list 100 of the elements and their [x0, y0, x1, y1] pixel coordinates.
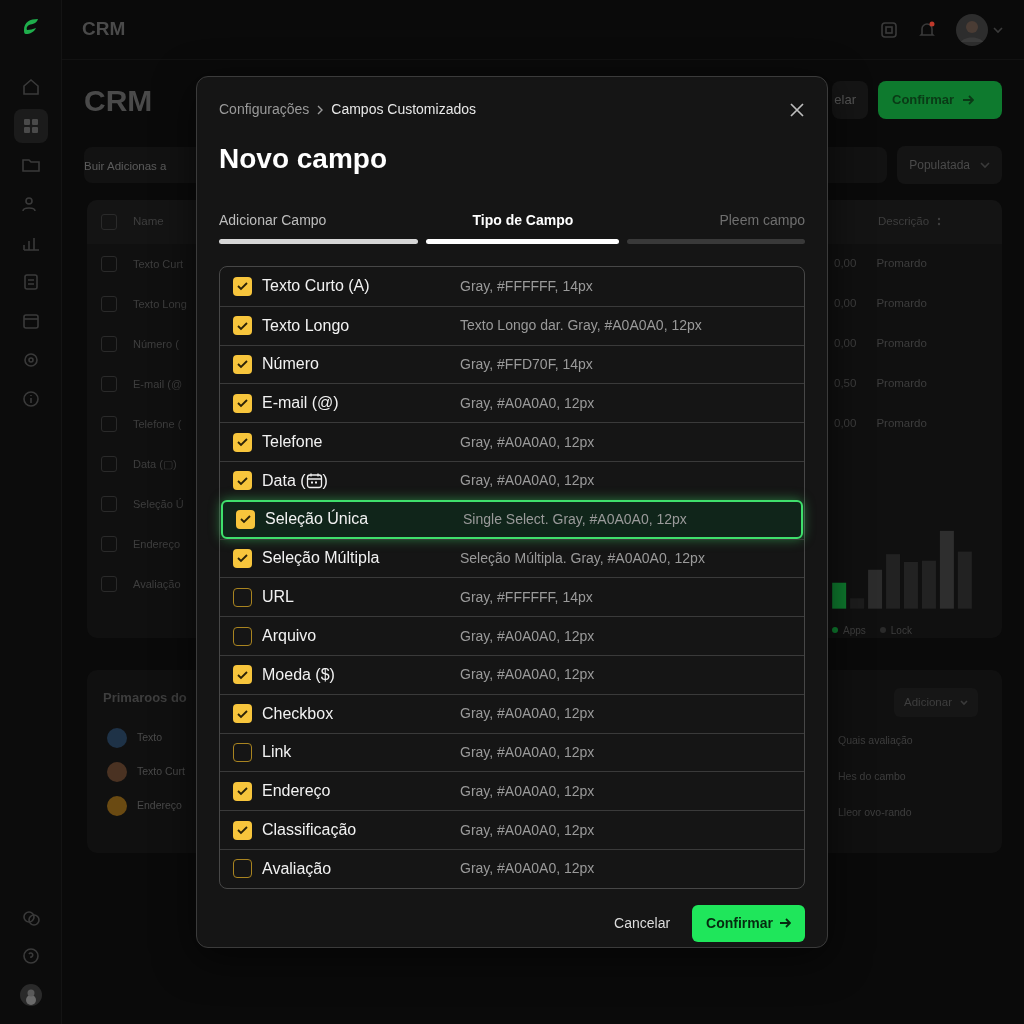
- app-title: CRM: [82, 17, 126, 42]
- field-description: Gray, #A0A0A0, 12px: [460, 704, 595, 724]
- calendar-icon: [305, 472, 323, 490]
- field-row[interactable]: URL Gray, #FFFFFF, 14px: [220, 577, 804, 617]
- checkbox[interactable]: [233, 820, 252, 840]
- field-label: Link: [262, 742, 293, 763]
- close-button[interactable]: [789, 101, 805, 118]
- bell-icon[interactable]: [918, 20, 936, 39]
- page-title: CRM: [84, 82, 153, 119]
- checkbox[interactable]: [233, 548, 252, 568]
- help-icon[interactable]: [20, 946, 41, 966]
- checkbox[interactable]: [233, 704, 252, 724]
- check-icon: [236, 436, 249, 449]
- field-row[interactable]: Classificação Gray, #A0A0A0, 12px: [220, 810, 804, 849]
- field-row[interactable]: Texto Curto (A) Gray, #FFFFFF, 14px: [220, 267, 804, 306]
- checkbox[interactable]: [233, 393, 252, 413]
- checkbox[interactable]: [101, 296, 117, 312]
- field-row[interactable]: Data ( ) Gray, #A0A0A0, 12px: [220, 461, 804, 500]
- checkbox[interactable]: [101, 256, 117, 272]
- arrow-right-icon: [962, 94, 975, 106]
- chevron-down-icon: [980, 160, 990, 170]
- field-label: Checkbox: [262, 703, 335, 724]
- field-row[interactable]: Moeda ($) Gray, #A0A0A0, 12px: [220, 654, 804, 694]
- item-label: Endereço: [137, 797, 182, 813]
- step-label[interactable]: Tipo de Campo: [426, 210, 620, 231]
- field-row[interactable]: Checkbox Gray, #A0A0A0, 12px: [220, 693, 804, 733]
- checkbox[interactable]: [101, 496, 117, 512]
- field-row[interactable]: Avaliação Gray, #A0A0A0, 12px: [220, 848, 804, 888]
- field-description: Gray, #FFD70F, 14px: [460, 355, 593, 374]
- checkbox[interactable]: [101, 416, 117, 432]
- field-row[interactable]: E-mail (@) Gray, #A0A0A0, 12px: [220, 383, 804, 423]
- field-row[interactable]: Endereço Gray, #A0A0A0, 12px: [220, 771, 804, 811]
- step-label[interactable]: Adicionar Campo: [219, 210, 419, 231]
- field-label: Seleção Múltipla: [262, 548, 381, 569]
- checkbox[interactable]: [233, 665, 252, 685]
- check-icon: [236, 824, 249, 837]
- nav-item[interactable]: [13, 109, 48, 143]
- field-description: Gray, #A0A0A0, 12px: [460, 665, 595, 685]
- chat-icon[interactable]: [20, 908, 41, 928]
- field-label: E-mail (@): [262, 393, 340, 414]
- checkbox[interactable]: [101, 576, 117, 592]
- confirm-button[interactable]: Confirmar: [692, 904, 805, 942]
- checkbox[interactable]: [101, 376, 117, 392]
- checkbox[interactable]: [101, 336, 117, 352]
- field-label: Avaliação: [262, 858, 333, 879]
- field-label: Arquivo: [262, 626, 318, 647]
- field-description: Texto Longo dar. Gray, #A0A0A0, 12px: [460, 316, 702, 336]
- step-label[interactable]: Pleem campo: [627, 210, 805, 231]
- field-description: Seleção Múltipla. Gray, #A0A0A0, 12px: [460, 548, 705, 568]
- home-icon: [20, 77, 41, 97]
- field-label: Seleção Única: [265, 508, 370, 530]
- checkbox[interactable]: [233, 276, 252, 296]
- field-description: Gray, #A0A0A0, 12px: [460, 393, 595, 413]
- field-row[interactable]: Seleção Múltipla Seleção Múltipla. Gray, #A0A0A0, 12px: [220, 538, 804, 578]
- chevron-down-icon[interactable]: [992, 24, 1004, 35]
- checkbox[interactable]: [233, 742, 252, 762]
- field-description: Gray, #A0A0A0, 12px: [460, 859, 595, 879]
- field-row[interactable]: Texto Longo Texto Longo dar. Gray, #A0A0A0, 12px: [220, 305, 804, 345]
- legend-dot: [879, 627, 886, 634]
- breadcrumb-link[interactable]: Configurações: [219, 99, 310, 120]
- close-icon: [789, 101, 805, 118]
- check-icon: [236, 319, 249, 332]
- field-row[interactable]: Link Gray, #A0A0A0, 12px: [220, 732, 804, 772]
- checkbox[interactable]: [233, 626, 252, 646]
- field-description: Gray, #A0A0A0, 12px: [460, 742, 595, 762]
- field-description: Single Select. Gray, #A0A0A0, 12px: [463, 509, 687, 529]
- calendar-icon: [20, 311, 41, 331]
- field-label: Texto Curto (A): [262, 276, 371, 297]
- check-icon: [236, 707, 249, 720]
- check-icon: [239, 513, 252, 526]
- checkbox[interactable]: [233, 471, 252, 491]
- check-icon: [236, 474, 249, 487]
- checkbox[interactable]: [233, 859, 252, 879]
- check-icon: [236, 552, 249, 565]
- field-row[interactable]: Arquivo Gray, #A0A0A0, 12px: [220, 616, 804, 655]
- field-row[interactable]: Telefone Gray, #A0A0A0, 12px: [220, 422, 804, 461]
- arrow-right-icon: [779, 917, 791, 930]
- field-label: Endereço: [262, 781, 332, 802]
- field-row[interactable]: Seleção Única Single Select. Gray, #A0A0A0, 12px: [221, 499, 803, 539]
- check-icon: [236, 280, 249, 293]
- field-description: Gray, #A0A0A0, 12px: [460, 626, 595, 646]
- dialog-title: Novo campo: [219, 142, 389, 176]
- checkbox[interactable]: [233, 355, 252, 374]
- field-row[interactable]: Número Gray, #FFD70F, 14px: [220, 344, 804, 384]
- checkbox[interactable]: [233, 432, 252, 452]
- field-description: Gray, #FFFFFF, 14px: [460, 587, 593, 607]
- checkbox[interactable]: [233, 316, 252, 336]
- cancel-button[interactable]: Cancelar: [604, 904, 681, 942]
- checkbox[interactable]: [233, 587, 252, 607]
- field-label: Telefone: [262, 432, 324, 453]
- field-description: Gray, #A0A0A0, 12px: [460, 781, 595, 801]
- avatar[interactable]: [19, 984, 42, 1006]
- checkbox[interactable]: [233, 781, 252, 801]
- avatar[interactable]: [956, 13, 988, 46]
- checkbox[interactable]: [236, 509, 255, 529]
- checkbox[interactable]: [101, 456, 117, 472]
- more-icon[interactable]: [937, 217, 942, 227]
- field-label: Texto Longo: [262, 315, 351, 336]
- check-icon: [236, 358, 249, 371]
- checkbox[interactable]: [101, 536, 117, 552]
